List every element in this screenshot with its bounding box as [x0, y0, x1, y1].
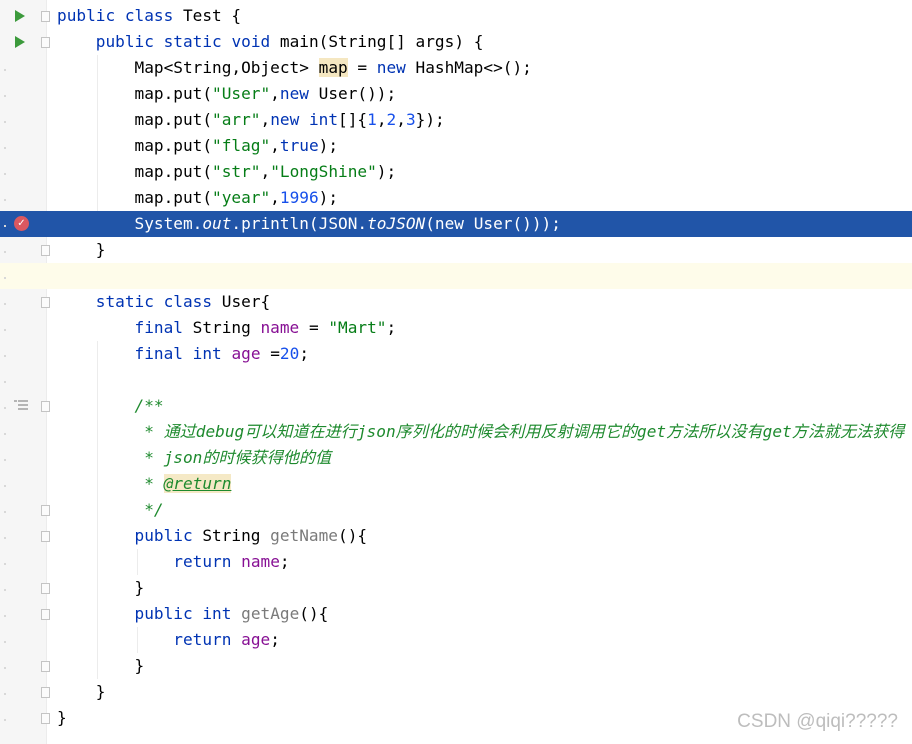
- fold-marker-icon[interactable]: [41, 37, 50, 48]
- code-text: return age;: [173, 630, 280, 649]
- gutter-dot: [4, 173, 6, 175]
- gutter-dot: [4, 95, 6, 97]
- gutter-dot: [4, 355, 6, 357]
- code-text: map.put("str","LongShine");: [57, 162, 397, 181]
- code-line[interactable]: * @return: [0, 471, 912, 497]
- code-text: public int getAge(){: [134, 604, 329, 623]
- gutter-dot: [4, 511, 6, 513]
- fold-marker-icon[interactable]: [41, 401, 50, 412]
- code-line[interactable]: Map<String,Object> map = new HashMap<>()…: [0, 55, 912, 81]
- code-line[interactable]: [0, 367, 912, 393]
- code-text: }: [57, 656, 145, 675]
- code-text: public String getName(){: [134, 526, 368, 545]
- gutter-dot: [4, 381, 6, 383]
- code-line[interactable]: * json的时候获得他的值: [0, 445, 912, 471]
- gutter-dot: [4, 641, 6, 643]
- code-line[interactable]: */: [0, 497, 912, 523]
- code-line[interactable]: static class User{: [0, 289, 912, 315]
- code-text: public class Test {: [57, 6, 242, 25]
- code-text: * @return: [57, 474, 232, 493]
- render-doc-icon[interactable]: [14, 400, 28, 412]
- gutter-dot: [4, 563, 6, 565]
- gutter-dot: [4, 407, 6, 409]
- gutter-dot: [4, 433, 6, 435]
- fold-marker-icon[interactable]: [41, 661, 50, 672]
- code-text: }: [57, 682, 106, 701]
- code-line[interactable]: final int age =20;: [0, 341, 912, 367]
- code-line[interactable]: public class Test {: [0, 3, 912, 29]
- code-line[interactable]: }: [0, 237, 912, 263]
- fold-marker-icon[interactable]: [41, 531, 50, 542]
- gutter-dot: [4, 69, 6, 71]
- code-text: * 通过debug可以知道在进行json序列化的时候会利用反射调用它的get方法…: [57, 422, 905, 441]
- gutter-dot: [4, 537, 6, 539]
- code-line-current-debug[interactable]: System.out.println(JSON.toJSON(new User(…: [0, 211, 912, 237]
- code-text: final String name = "Mart";: [134, 318, 397, 337]
- code-line[interactable]: /**: [0, 393, 912, 419]
- fold-marker-icon[interactable]: [41, 11, 50, 22]
- gutter-dot: [4, 459, 6, 461]
- code-text: }: [57, 708, 67, 727]
- code-line[interactable]: return age;: [0, 627, 912, 653]
- breakpoint-icon[interactable]: ✓: [14, 216, 29, 231]
- code-line[interactable]: map.put("str","LongShine");: [0, 159, 912, 185]
- gutter-dot: [4, 719, 6, 721]
- gutter-dot: [4, 667, 6, 669]
- code-line[interactable]: return name;: [0, 549, 912, 575]
- fold-marker-icon[interactable]: [41, 297, 50, 308]
- code-text: }: [57, 240, 106, 259]
- code-text: map.put("flag",true);: [57, 136, 339, 155]
- code-text: /**: [57, 396, 164, 415]
- fold-marker-icon[interactable]: [41, 713, 50, 724]
- fold-marker-icon[interactable]: [41, 583, 50, 594]
- code-editor[interactable]: public class Test { public static void m…: [0, 0, 912, 744]
- gutter-dot: [4, 329, 6, 331]
- code-text: * json的时候获得他的值: [57, 448, 332, 467]
- code-line[interactable]: map.put("flag",true);: [0, 133, 912, 159]
- gutter-dot: [4, 251, 6, 253]
- run-icon[interactable]: [15, 10, 25, 22]
- code-text: final int age =20;: [134, 344, 310, 363]
- code-text: map.put("year",1996);: [57, 188, 339, 207]
- code-text: return name;: [173, 552, 290, 571]
- code-line[interactable]: map.put("arr",new int[]{1,2,3});: [0, 107, 912, 133]
- gutter-dot: [4, 615, 6, 617]
- gutter-dot: [4, 147, 6, 149]
- code-text: */: [57, 500, 164, 519]
- code-text: public static void main(String[] args) {: [95, 32, 484, 51]
- code-line[interactable]: }: [0, 575, 912, 601]
- code-line[interactable]: map.put("year",1996);: [0, 185, 912, 211]
- code-line[interactable]: * 通过debug可以知道在进行json序列化的时候会利用反射调用它的get方法…: [0, 419, 912, 445]
- code-line[interactable]: }: [0, 679, 912, 705]
- gutter-dot: [4, 693, 6, 695]
- code-text: System.out.println(JSON.toJSON(new User(…: [57, 214, 561, 233]
- code-line[interactable]: final String name = "Mart";: [0, 315, 912, 341]
- code-line-caret[interactable]: [0, 263, 912, 289]
- code-text: map.put("User",new User());: [57, 84, 397, 103]
- gutter-dot: [4, 589, 6, 591]
- code-text: Map<String,Object> map = new HashMap<>()…: [57, 58, 532, 77]
- code-line[interactable]: map.put("User",new User());: [0, 81, 912, 107]
- gutter-dot: [4, 225, 6, 227]
- code-line[interactable]: public String getName(){: [0, 523, 912, 549]
- code-text: map.put("arr",new int[]{1,2,3});: [57, 110, 445, 129]
- gutter-dot: [4, 485, 6, 487]
- code-line[interactable]: public int getAge(){: [0, 601, 912, 627]
- code-line[interactable]: }: [0, 653, 912, 679]
- run-icon[interactable]: [15, 36, 25, 48]
- fold-marker-icon[interactable]: [41, 505, 50, 516]
- code-text: }: [57, 578, 145, 597]
- gutter-dot: [4, 121, 6, 123]
- gutter-dot: [4, 199, 6, 201]
- fold-marker-icon[interactable]: [41, 687, 50, 698]
- code-line[interactable]: public static void main(String[] args) {: [0, 29, 912, 55]
- watermark-text: CSDN @qiqi?????: [737, 711, 898, 732]
- gutter-dot: [4, 277, 6, 279]
- code-text: static class User{: [95, 292, 271, 311]
- gutter-dot: [4, 303, 6, 305]
- fold-marker-icon[interactable]: [41, 245, 50, 256]
- fold-marker-icon[interactable]: [41, 609, 50, 620]
